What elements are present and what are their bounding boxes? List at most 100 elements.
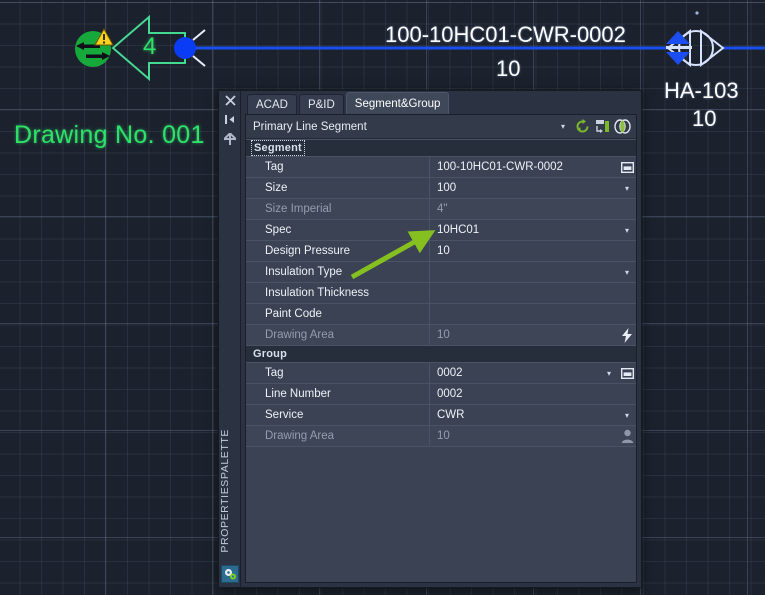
- property-value-cell[interactable]: 100 ▾: [430, 178, 636, 198]
- property-label: Line Number: [246, 384, 430, 404]
- property-value-cell[interactable]: [430, 304, 636, 324]
- property-row[interactable]: Tag 0002 ▾: [246, 363, 636, 384]
- auto-hide-icon[interactable]: [219, 110, 241, 129]
- person-icon[interactable]: [618, 426, 636, 446]
- property-label: Size: [246, 178, 430, 198]
- property-row[interactable]: Paint Code: [246, 304, 636, 325]
- valve-tag-text: HA-103: [664, 78, 739, 103]
- property-value-cell[interactable]: 10: [430, 426, 636, 446]
- property-value-cell[interactable]: CWR ▾: [430, 405, 636, 425]
- property-value-cell[interactable]: 100-10HC01-CWR-0002: [430, 157, 636, 177]
- palette-content: Primary Line Segment ▾ Segment Tag 100-10H…: [245, 114, 637, 583]
- chevron-down-icon[interactable]: ▾: [618, 405, 636, 425]
- valve-dot-marker: [695, 11, 699, 15]
- property-value: 10: [437, 430, 450, 442]
- property-grid[interactable]: Segment Tag 100-10HC01-CWR-0002 Size 100 ▾ Siz…: [246, 139, 636, 515]
- properties-palette[interactable]: PROPERTIESPALETTE ACAD P&ID Segment&Grou…: [218, 90, 642, 588]
- property-value: 100-10HC01-CWR-0002: [437, 161, 563, 173]
- property-label: Paint Code: [246, 304, 430, 324]
- category-header-segment[interactable]: Segment: [246, 140, 636, 157]
- line-area-text: 10: [496, 56, 521, 81]
- chevron-down-icon[interactable]: ▾: [618, 220, 636, 240]
- line-tag-text: 100-10HC01-CWR-0002: [385, 22, 626, 47]
- property-row[interactable]: Spec 10HC01 ▾: [246, 220, 636, 241]
- property-value-cell[interactable]: [430, 283, 636, 303]
- warning-exclaim-bar: [103, 34, 105, 40]
- object-type-selector[interactable]: Primary Line Segment ▾: [246, 115, 636, 139]
- tab-pid[interactable]: P&ID: [298, 94, 344, 114]
- property-row[interactable]: Drawing Area 10: [246, 325, 636, 346]
- close-icon[interactable]: [219, 91, 241, 110]
- property-value: 0002: [437, 367, 463, 379]
- property-value-cell[interactable]: 10: [430, 325, 636, 345]
- chevron-down-icon[interactable]: ▾: [618, 262, 636, 282]
- category-label: Segment: [251, 140, 305, 156]
- property-value-cell[interactable]: 10HC01 ▾: [430, 220, 636, 240]
- property-value-cell[interactable]: ▾: [430, 262, 636, 282]
- property-value: CWR: [437, 409, 465, 421]
- grip-tick-lower: [192, 55, 206, 67]
- property-row[interactable]: Size 100 ▾: [246, 178, 636, 199]
- property-row[interactable]: Insulation Thickness: [246, 283, 636, 304]
- property-label: Service: [246, 405, 430, 425]
- grip-node-icon: [174, 37, 196, 59]
- chevron-down-icon[interactable]: ▾: [600, 363, 618, 383]
- toggle-view-icon[interactable]: [612, 117, 632, 137]
- category-header-group[interactable]: Group: [246, 346, 636, 363]
- chevron-down-icon[interactable]: ▾: [618, 178, 636, 198]
- chevron-down-icon[interactable]: ▾: [561, 122, 565, 131]
- properties-gears-icon[interactable]: [221, 565, 239, 583]
- palette-tab-bar[interactable]: ACAD P&ID Segment&Group: [241, 91, 641, 114]
- property-value-cell[interactable]: 0002 ▾: [430, 363, 636, 383]
- drawing-title-text: Drawing No. 001: [14, 121, 205, 149]
- property-row[interactable]: Drawing Area 10: [246, 426, 636, 447]
- property-row[interactable]: Size Imperial 4": [246, 199, 636, 220]
- property-row[interactable]: Service CWR ▾: [246, 405, 636, 426]
- lightning-icon[interactable]: [618, 325, 636, 345]
- property-label: Drawing Area: [246, 325, 430, 345]
- property-row[interactable]: Line Number 0002: [246, 384, 636, 405]
- property-label: Tag: [246, 157, 430, 177]
- palette-title-text: PROPERTIESPALETTE: [219, 429, 231, 553]
- property-value: 4": [437, 203, 448, 215]
- property-label: Size Imperial: [246, 199, 430, 219]
- property-row[interactable]: Tag 100-10HC01-CWR-0002: [246, 157, 636, 178]
- sync-bar-bottom: [86, 54, 104, 58]
- warning-exclaim-dot: [103, 41, 105, 44]
- palette-body: ACAD P&ID Segment&Group Primary Line Seg…: [241, 91, 641, 587]
- property-label: Tag: [246, 363, 430, 383]
- property-value: 10: [437, 245, 450, 257]
- property-label: Insulation Type: [246, 262, 430, 282]
- tab-acad[interactable]: ACAD: [247, 94, 297, 114]
- property-value: 100: [437, 182, 457, 194]
- pick-window-icon[interactable]: [618, 363, 636, 383]
- valve-area-text: 10: [692, 106, 717, 131]
- palette-title-strip: PROPERTIESPALETTE: [219, 91, 241, 587]
- connector-number-text: 4: [143, 33, 157, 60]
- category-label: Group: [253, 348, 287, 360]
- property-value-cell[interactable]: 10: [430, 241, 636, 261]
- property-value-cell[interactable]: 0002: [430, 384, 636, 404]
- property-label: Spec: [246, 220, 430, 240]
- property-value: 0002: [437, 388, 463, 400]
- property-label: Drawing Area: [246, 426, 430, 446]
- palette-settings-icon[interactable]: [219, 129, 241, 148]
- tab-segment-group[interactable]: Segment&Group: [345, 92, 450, 114]
- valve-stem: [666, 46, 692, 49]
- pick-window-icon[interactable]: [618, 157, 636, 177]
- refresh-icon[interactable]: [572, 117, 592, 137]
- property-row[interactable]: Design Pressure 10: [246, 241, 636, 262]
- property-value: 10: [437, 329, 450, 341]
- grip-tick-upper: [192, 29, 206, 41]
- property-label: Design Pressure: [246, 241, 430, 261]
- property-value: 10HC01: [437, 224, 480, 236]
- property-row[interactable]: Insulation Type ▾: [246, 262, 636, 283]
- quick-select-icon[interactable]: [592, 117, 612, 137]
- property-label: Insulation Thickness: [246, 283, 430, 303]
- property-value-cell[interactable]: 4": [430, 199, 636, 219]
